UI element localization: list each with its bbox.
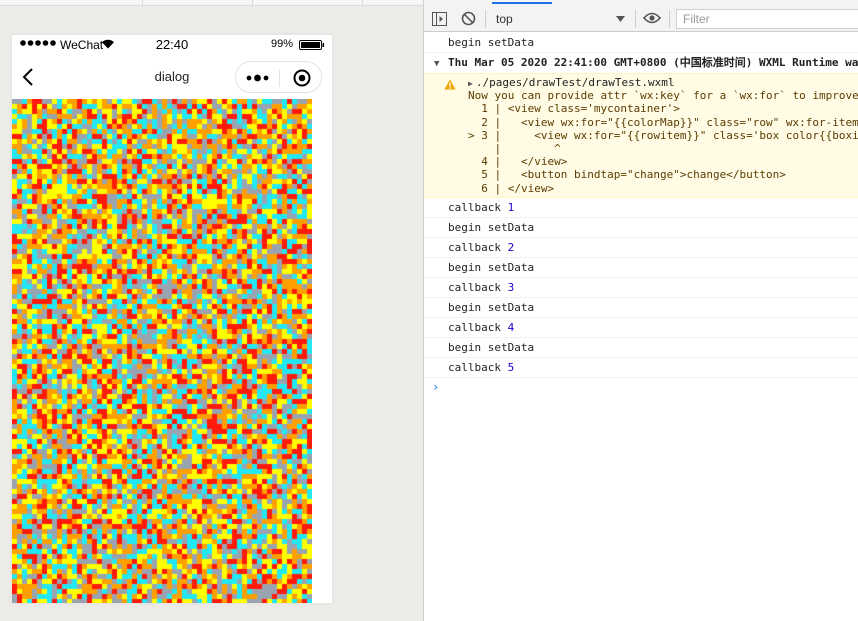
console-output: begin setData ▼ Thu Mar 05 2020 22:41:00 …	[424, 33, 858, 398]
console-message: begin setData	[424, 258, 858, 278]
console-message: begin setData	[424, 33, 858, 53]
context-label: top	[496, 12, 513, 26]
eye-icon[interactable]	[643, 12, 661, 24]
code-line: 5 | <button bindtap="change">change</but…	[468, 168, 786, 182]
active-tab-indicator	[492, 2, 552, 4]
console-message: callback 3	[424, 278, 858, 298]
code-line: | ^	[468, 141, 561, 155]
more-dots-icon[interactable]	[246, 72, 270, 84]
toolbar-separator	[669, 10, 670, 28]
console-group-header[interactable]: ▼ Thu Mar 05 2020 22:41:00 GMT+0800 (中国标准…	[424, 53, 858, 73]
warning-message: ▶ ./pages/drawTest/drawTest.wxml Now you …	[424, 73, 858, 198]
filter-input[interactable]	[676, 9, 858, 29]
group-header-text: Thu Mar 05 2020 22:41:00 GMT+0800 (中国标准时…	[448, 56, 858, 69]
capsule-divider	[279, 69, 280, 87]
code-line: 2 | <view wx:for="{{colorMap}}" class="r…	[481, 115, 858, 129]
tab-strip-divider	[142, 0, 143, 6]
toolbar-separator	[485, 10, 486, 28]
console-message: begin setData	[424, 338, 858, 358]
console-message: callback 4	[424, 318, 858, 338]
clear-console-icon[interactable]	[461, 11, 476, 26]
console-message: callback 5	[424, 358, 858, 378]
code-line: 1 | <view class='mycontainer'>	[468, 102, 680, 116]
color-grid	[12, 99, 312, 603]
close-target-icon[interactable]	[292, 68, 312, 88]
console-message: callback 2	[424, 238, 858, 258]
warning-text: Now you can provide attr `wx:key` for a …	[468, 89, 858, 103]
status-bar: WeChat 22:40 99%	[12, 35, 332, 55]
phone-screen: WeChat 22:40 99% dialog	[12, 35, 332, 603]
console-message: begin setData	[424, 298, 858, 318]
console-toolbar: top	[424, 6, 858, 32]
sidebar-toggle-icon[interactable]	[432, 12, 447, 26]
tab-strip-divider	[362, 0, 363, 6]
code-line: > 3 | <view wx:for="{{rowitem}}" class='…	[468, 128, 858, 142]
context-selector[interactable]: top	[492, 10, 632, 28]
battery-percentage: 99%	[271, 38, 294, 50]
tab-strip-divider	[252, 0, 253, 6]
warning-source-line: ▶ ./pages/drawTest/drawTest.wxml	[468, 76, 858, 89]
toolbar-separator	[635, 10, 636, 28]
warning-icon	[444, 79, 456, 90]
menu-capsule	[235, 61, 322, 93]
expanded-triangle-icon[interactable]: ▼	[434, 54, 448, 73]
code-line: 6 | </view>	[468, 181, 555, 195]
console-message: callback 1	[424, 198, 858, 218]
dropdown-arrow-icon	[616, 16, 625, 22]
code-line: 4 | </view>	[468, 155, 568, 169]
console-message: begin setData	[424, 218, 858, 238]
devtools-panel: top begin setData ▼Thu Mar 05 2020 22:41…	[423, 0, 858, 621]
collapsed-triangle-icon[interactable]: ▶	[468, 79, 473, 88]
simulator-tab-strip	[0, 0, 423, 6]
simulator-area: WeChat 22:40 99% dialog	[0, 0, 423, 621]
console-prompt[interactable]: ›	[424, 378, 858, 398]
warning-source[interactable]: ./pages/drawTest/drawTest.wxml	[476, 76, 675, 89]
battery-icon	[299, 40, 325, 50]
navigation-bar: dialog	[12, 55, 332, 99]
